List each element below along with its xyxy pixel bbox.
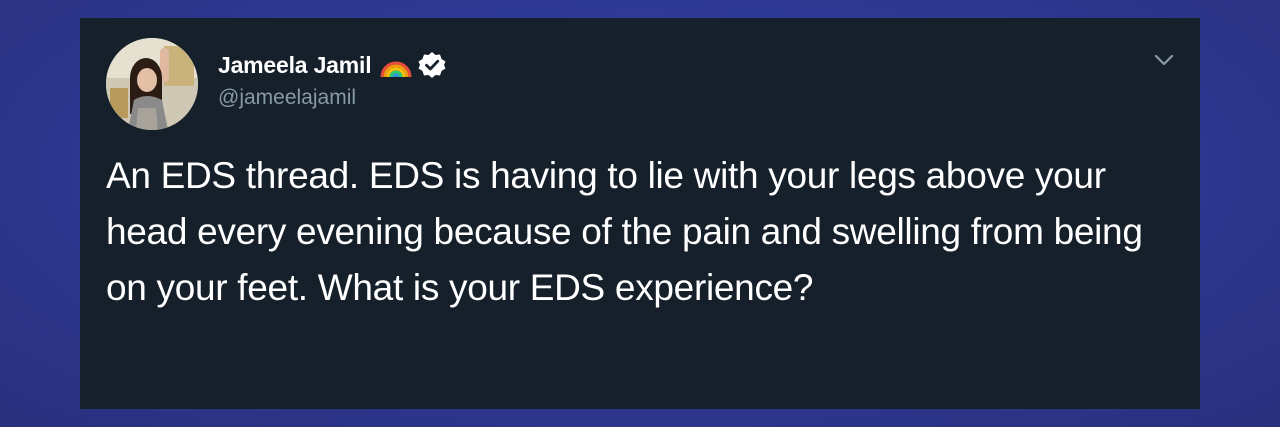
- tweet-card: Jameela Jamil @jameelajamil An EDS threa…: [80, 18, 1200, 409]
- avatar[interactable]: [106, 38, 198, 130]
- author-name-row: Jameela Jamil: [218, 48, 447, 82]
- rainbow-icon: [379, 51, 413, 79]
- tweet-text: An EDS thread. EDS is having to lie with…: [106, 155, 1143, 308]
- author-display-name[interactable]: Jameela Jamil: [218, 52, 372, 79]
- author-handle[interactable]: @jameelajamil: [218, 86, 356, 110]
- chevron-down-icon[interactable]: [1150, 46, 1178, 74]
- verified-icon: [417, 50, 447, 80]
